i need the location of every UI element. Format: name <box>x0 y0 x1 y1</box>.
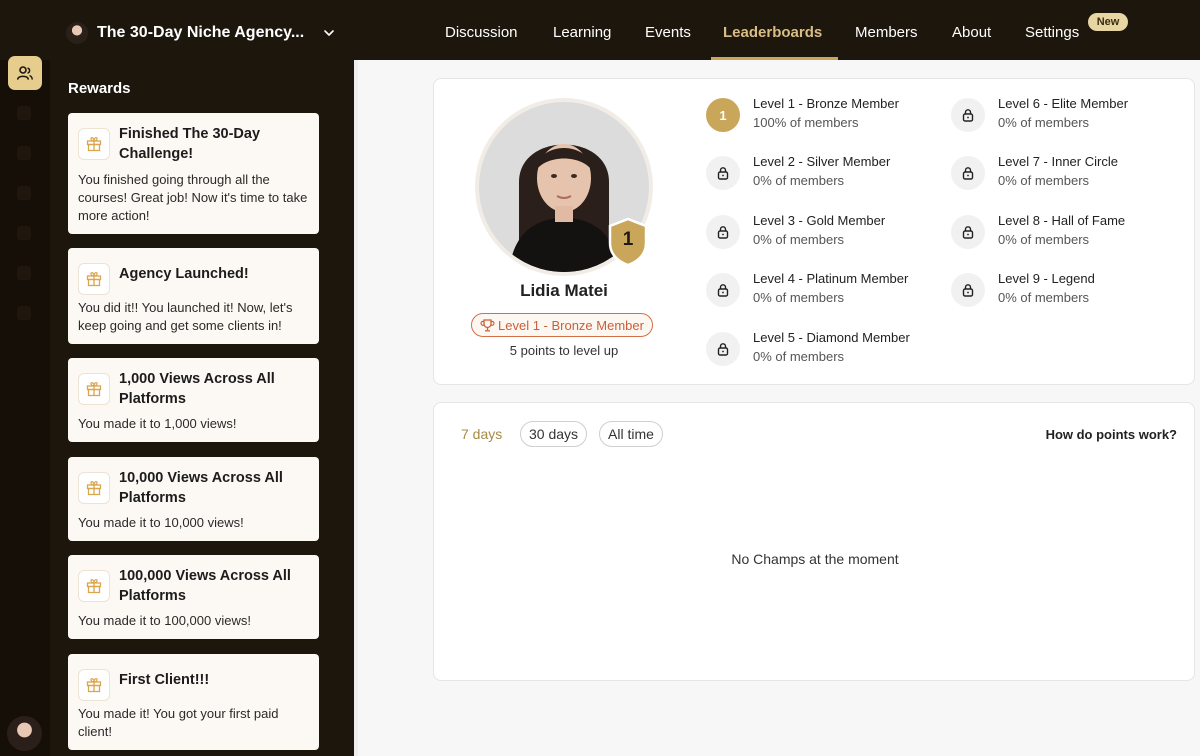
level-name: Level 3 - Gold Member <box>753 213 886 228</box>
main-nav: Discussion Learning Events Leaderboards … <box>0 24 1200 60</box>
rail-icon[interactable] <box>17 106 31 120</box>
lock-icon <box>951 273 985 307</box>
reward-card[interactable]: 1,000 Views Across All Platforms You mad… <box>68 358 319 442</box>
level-name: Level 4 - Platinum Member <box>753 271 909 286</box>
reward-description: You finished going through all the cours… <box>78 172 308 223</box>
lock-icon <box>706 156 740 190</box>
reward-card[interactable]: Agency Launched! You did it!! You launch… <box>68 248 319 344</box>
lock-icon <box>706 215 740 249</box>
reward-title: Finished The 30-Day Challenge! <box>119 126 261 162</box>
top-bar: The 30-Day Niche Agency... Discussion Le… <box>0 0 1200 60</box>
reward-description: You made it to 100,000 views! <box>78 613 251 628</box>
content-edge <box>354 60 358 756</box>
rail-icon[interactable] <box>17 146 31 160</box>
empty-state-message: No Champs at the moment <box>731 551 899 567</box>
how-points-work-link[interactable]: How do points work? <box>1046 427 1177 442</box>
filter-all-time[interactable]: All time <box>599 421 663 447</box>
level-percent: 0% of members <box>753 290 845 305</box>
level-name: Level 5 - Diamond Member <box>753 330 910 345</box>
tab-events[interactable]: Events <box>645 24 691 41</box>
rail-icon[interactable] <box>17 306 31 320</box>
level-percent: 0% of members <box>753 349 845 364</box>
level-marker: 1 <box>706 98 740 132</box>
rewards-sidebar: Rewards Finished The 30-Day Challenge! Y… <box>50 60 354 756</box>
filter-7-days[interactable]: 7 days <box>452 421 512 447</box>
level-percent: 0% of members <box>998 232 1090 247</box>
main-content: 1 Lidia Matei Level 1 - Bronze Member 5 … <box>354 60 1200 756</box>
reward-title: 1,000 Views Across All Platforms <box>119 371 275 407</box>
level-name: Level 2 - Silver Member <box>753 154 891 169</box>
trophy-icon <box>480 318 495 331</box>
level-name: Level 9 - Legend <box>998 271 1095 286</box>
lock-icon <box>706 273 740 307</box>
level-name: Level 7 - Inner Circle <box>998 154 1118 169</box>
members-icon[interactable] <box>8 56 42 90</box>
rail-icon[interactable] <box>17 226 31 240</box>
tab-settings[interactable]: Settings <box>1025 24 1079 41</box>
level-item: Level 2 - Silver Member 0% of members <box>706 154 946 194</box>
level-item: Level 8 - Hall of Fame 0% of members <box>951 213 1191 253</box>
reward-description: You made it! You got your first paid cli… <box>78 706 279 739</box>
gift-icon <box>78 570 110 602</box>
level-percent: 0% of members <box>753 173 845 188</box>
level-item: Level 3 - Gold Member 0% of members <box>706 213 946 253</box>
level-pill-label: Level 1 - Bronze Member <box>498 317 644 333</box>
reward-description: You did it!! You launched it! Now, let's… <box>78 300 293 333</box>
rail-icon[interactable] <box>17 186 31 200</box>
level-percent: 0% of members <box>998 115 1090 130</box>
level-percent: 100% of members <box>753 115 859 130</box>
tab-about[interactable]: About <box>952 24 991 41</box>
reward-card[interactable]: First Client!!! You made it! You got you… <box>68 654 319 750</box>
gift-icon <box>78 669 110 701</box>
shield-badge-level: 1 <box>622 229 634 250</box>
reward-description: You made it to 10,000 views! <box>78 515 244 530</box>
filter-30-days[interactable]: 30 days <box>520 421 588 447</box>
reward-title: Agency Launched! <box>119 266 249 282</box>
level-name: Level 8 - Hall of Fame <box>998 213 1126 228</box>
leaderboard-panel: 7 days 30 days All time How do points wo… <box>433 402 1195 681</box>
lock-icon <box>951 215 985 249</box>
level-item: Level 9 - Legend 0% of members <box>951 271 1191 311</box>
level-item: Level 5 - Diamond Member 0% of members <box>706 330 946 370</box>
level-item: Level 6 - Elite Member 0% of members <box>951 96 1191 136</box>
reward-title: 10,000 Views Across All Platforms <box>119 470 283 506</box>
gift-icon <box>78 472 110 504</box>
level-name: Level 1 - Bronze Member <box>753 96 899 111</box>
level-percent: 0% of members <box>998 173 1090 188</box>
level-percent: 0% of members <box>998 290 1090 305</box>
lock-icon <box>706 332 740 366</box>
profile-panel: 1 Lidia Matei Level 1 - Bronze Member 5 … <box>433 78 1195 385</box>
new-badge: New <box>1088 13 1128 31</box>
points-to-level-up: 5 points to level up <box>509 343 619 358</box>
tab-discussion[interactable]: Discussion <box>445 24 518 41</box>
reward-title: 100,000 Views Across All Platforms <box>119 568 291 604</box>
reward-description: You made it to 1,000 views! <box>78 416 237 431</box>
level-percent: 0% of members <box>753 232 845 247</box>
rewards-title: Rewards <box>68 80 131 97</box>
reward-card[interactable]: 100,000 Views Across All Platforms You m… <box>68 555 319 639</box>
level-item: Level 7 - Inner Circle 0% of members <box>951 154 1191 194</box>
gift-icon <box>78 128 110 160</box>
gift-icon <box>78 263 110 295</box>
reward-card[interactable]: 10,000 Views Across All Platforms You ma… <box>68 457 319 541</box>
user-avatar[interactable] <box>7 716 42 751</box>
lock-icon <box>951 98 985 132</box>
reward-card[interactable]: Finished The 30-Day Challenge! You finis… <box>68 113 319 234</box>
tab-members[interactable]: Members <box>855 24 918 41</box>
level-name: Level 6 - Elite Member <box>998 96 1129 111</box>
reward-title: First Client!!! <box>119 672 210 688</box>
gift-icon <box>78 373 110 405</box>
level-item: 1 Level 1 - Bronze Member 100% of member… <box>706 96 946 136</box>
tab-learning[interactable]: Learning <box>553 24 611 41</box>
level-pill: Level 1 - Bronze Member <box>471 313 653 337</box>
tab-leaderboards[interactable]: Leaderboards <box>723 24 822 41</box>
profile-name: Lidia Matei <box>520 281 608 300</box>
lock-icon <box>951 156 985 190</box>
icon-rail <box>0 56 50 756</box>
level-item: Level 4 - Platinum Member 0% of members <box>706 271 946 311</box>
rail-icon[interactable] <box>17 266 31 280</box>
